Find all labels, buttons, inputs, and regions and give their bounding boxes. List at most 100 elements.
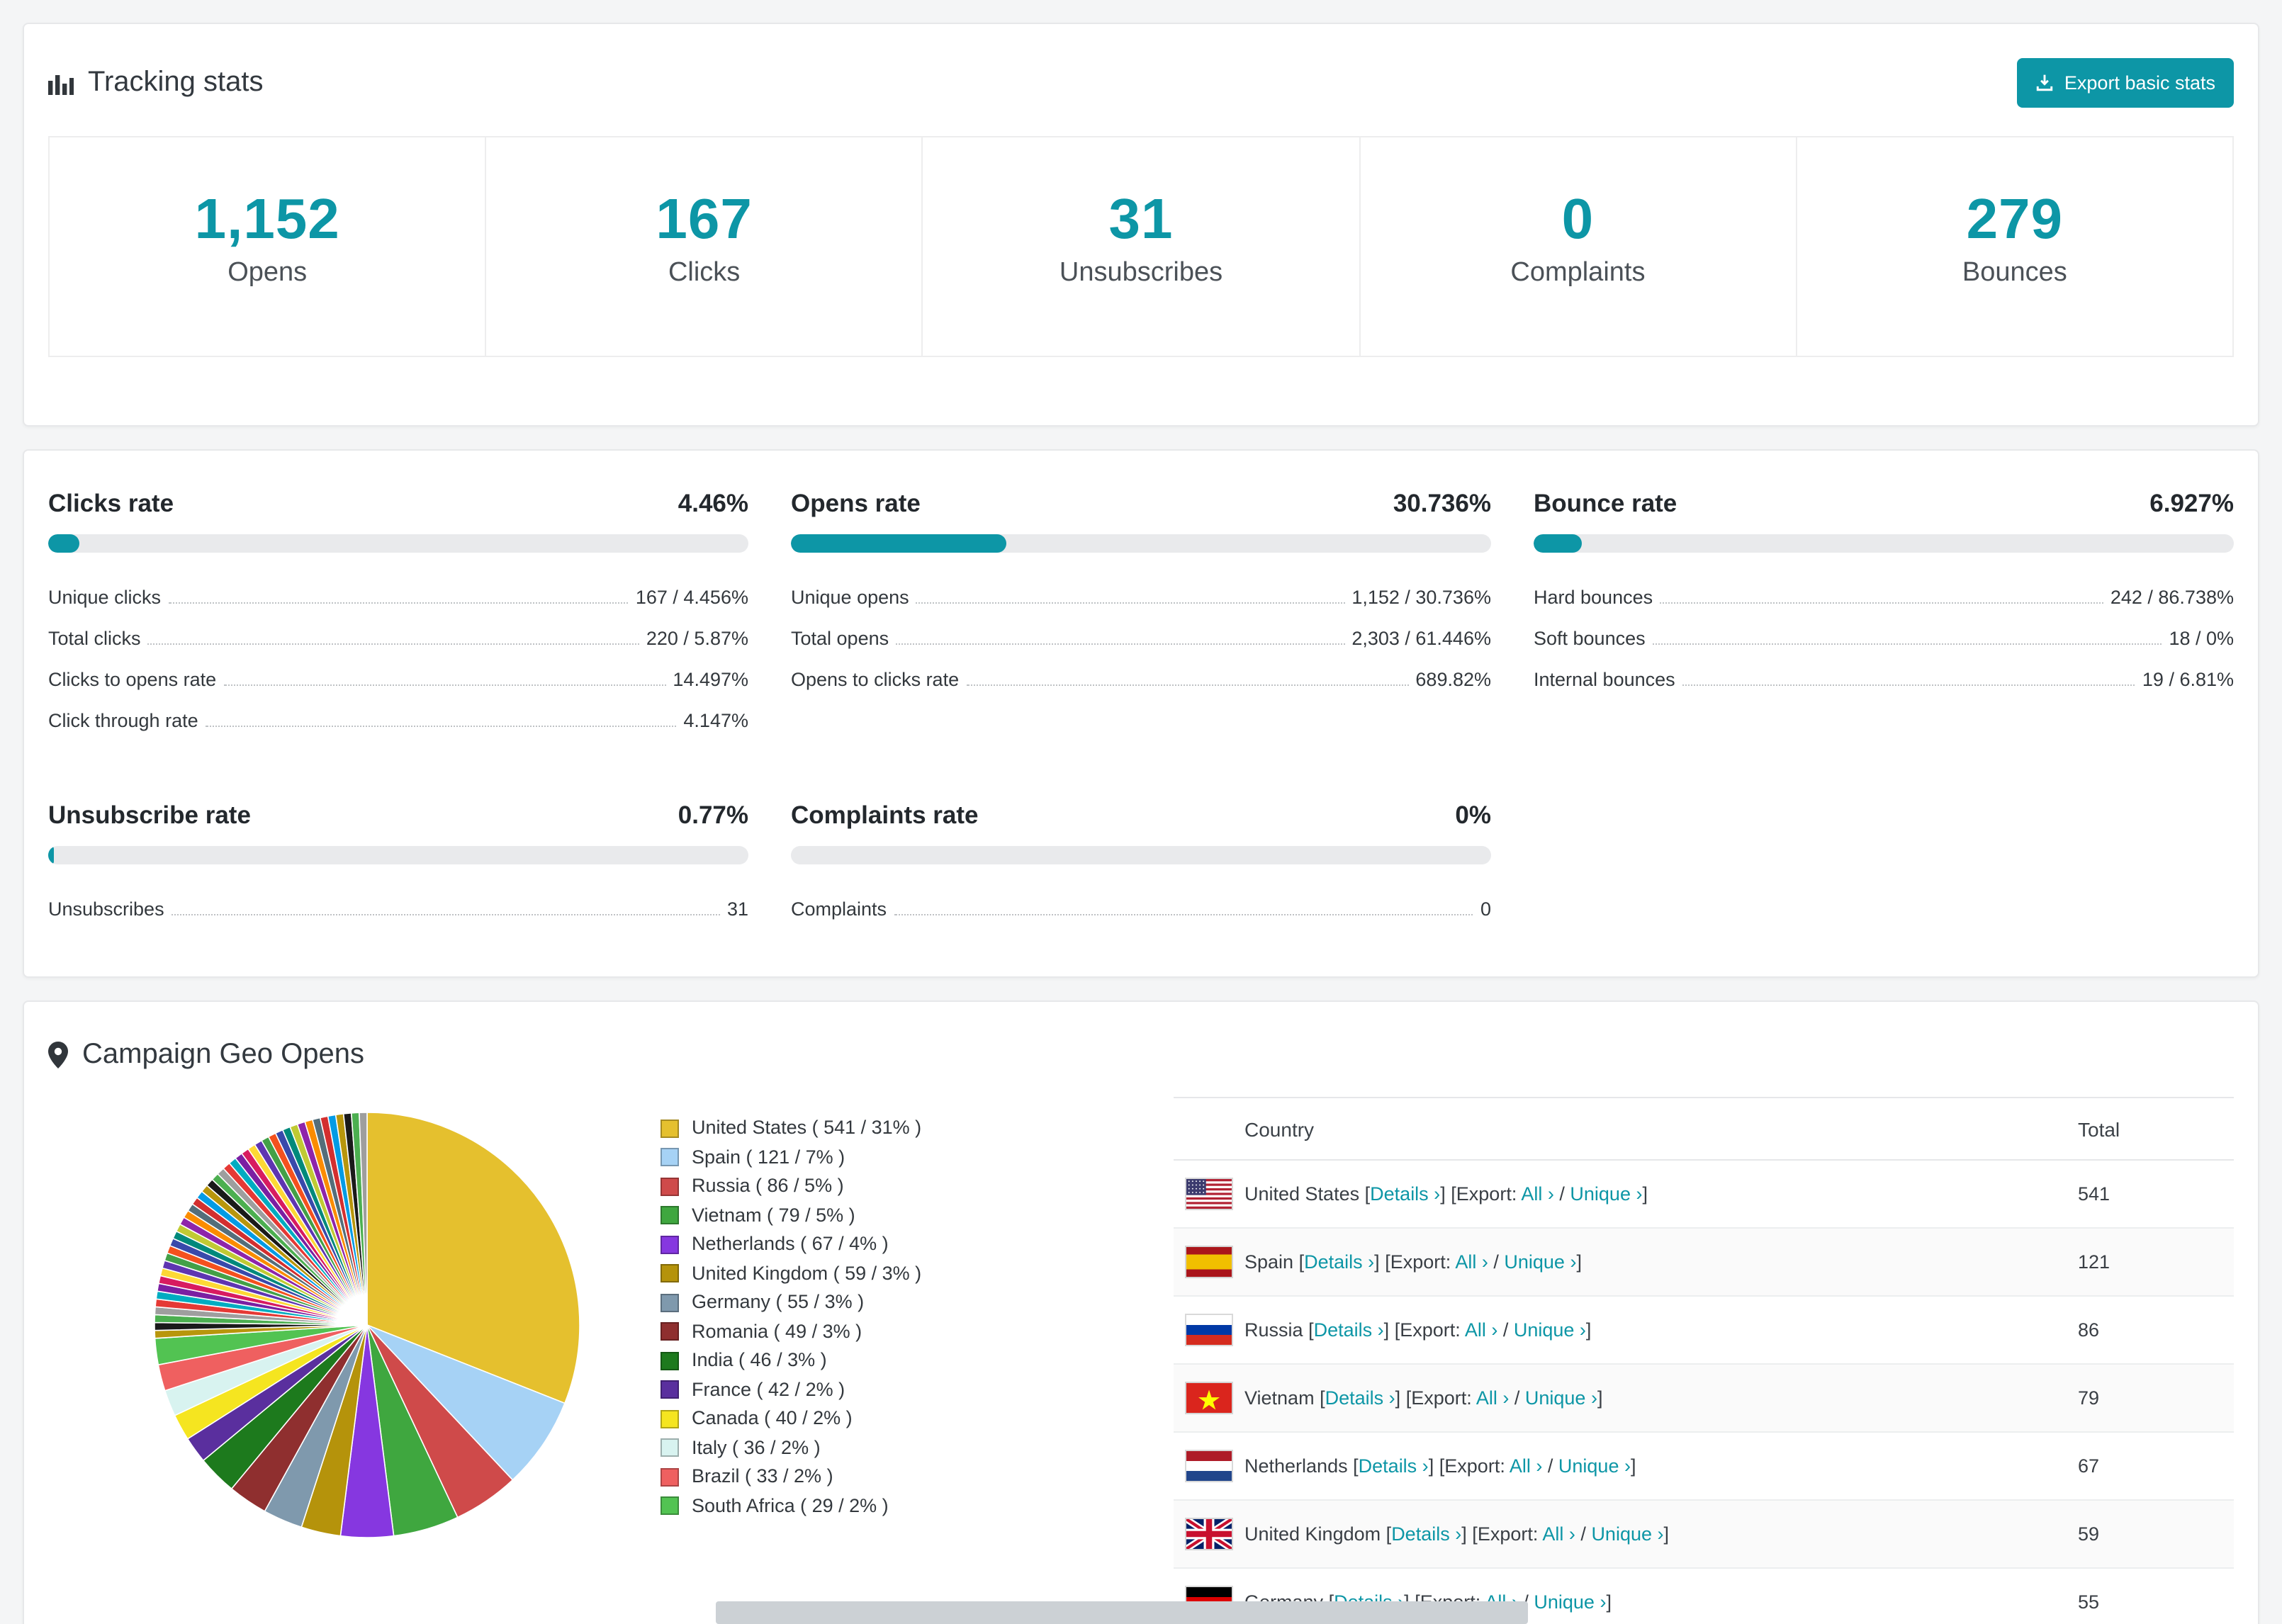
legend-swatch [661,1235,679,1254]
progress-bar [48,846,748,864]
geo-pie-chart[interactable] [147,1105,587,1552]
stat-label: Opens [227,258,308,288]
dotted-leader [896,643,1345,645]
country-total: 541 [2078,1160,2234,1229]
flag-es-icon [1185,1246,1244,1278]
geo-table-row-spain: Spain [Details ›] [Export: All › / Uniqu… [1174,1228,2234,1297]
legend-label: Italy ( 36 / 2% ) [692,1436,821,1457]
legend-swatch [661,1380,679,1399]
metric-label: Unique opens [791,587,909,608]
legend-swatch [661,1264,679,1283]
rate-title: Bounce rate [1534,489,1677,517]
rate-title: Clicks rate [48,489,174,517]
legend-label: Vietnam ( 79 / 5% ) [692,1204,855,1225]
rate-value: 30.736% [1393,489,1491,517]
metric-value: 2,303 / 61.446% [1351,628,1491,649]
metric-label: Click through rate [48,710,198,731]
details-link[interactable]: Details › [1314,1319,1384,1341]
export-all-link[interactable]: All › [1521,1183,1554,1205]
details-link[interactable]: Details › [1359,1455,1429,1477]
export-all-link[interactable]: All › [1465,1319,1498,1341]
rate-value: 4.46% [678,489,748,517]
rate-metric-row: Click through rate 4.147% [48,699,748,740]
export-unique-link[interactable]: Unique › [1514,1319,1586,1341]
rate-block-clicks-rate: Clicks rate 4.46% Unique clicks 167 / 4.456… [48,487,748,740]
progress-bar [791,534,1491,553]
location-pin-icon [48,1042,68,1068]
stat-bounces: 279 Bounces [1795,136,2235,357]
rate-metric-row: Total opens 2,303 / 61.446% [791,616,1491,658]
progress-bar-fill [48,846,54,864]
export-unique-link[interactable]: Unique › [1570,1183,1642,1205]
export-all-link[interactable]: All › [1542,1523,1575,1545]
dotted-leader [171,914,720,915]
rate-value: 0.77% [678,801,748,829]
export-all-link[interactable]: All › [1455,1251,1488,1273]
campaign-geo-opens-title-text: Campaign Geo Opens [82,1039,365,1070]
stat-clicks: 167 Clicks [485,136,923,357]
rate-value: 0% [1455,801,1491,829]
export-all-link[interactable]: All › [1476,1387,1510,1409]
flag-nl-icon [1185,1450,1244,1482]
export-prefix: Export: [1411,1387,1472,1409]
export-unique-link[interactable]: Unique › [1534,1591,1606,1613]
metric-label: Complaints [791,898,887,920]
geo-table-row-united-states: United States [Details ›] [Export: All ›… [1174,1160,2234,1229]
legend-item-russia: Russia ( 86 / 5% ) [661,1172,1086,1201]
rate-block-unsubscribe-rate: Unsubscribe rate 0.77% Unsubscribes 31 [48,799,748,928]
stat-complaints: 0 Complaints [1359,136,1797,357]
stat-value: 31 [1108,188,1174,251]
rate-metric-row: Total clicks 220 / 5.87% [48,616,748,658]
country-total: 55 [2078,1568,2234,1624]
export-prefix: Export: [1400,1319,1461,1341]
dotted-leader [147,643,639,645]
metric-value: 4.147% [683,710,748,731]
dotted-leader [894,914,1473,915]
export-unique-link[interactable]: Unique › [1591,1523,1663,1545]
stat-value: 167 [656,188,753,251]
progress-bar-fill [1534,534,1583,553]
legend-swatch [661,1351,679,1370]
export-icon [2037,74,2054,91]
progress-bar [791,846,1491,864]
legend-swatch [661,1409,679,1428]
progress-bar [48,534,748,553]
details-link[interactable]: Details › [1325,1387,1395,1409]
export-unique-link[interactable]: Unique › [1525,1387,1597,1409]
export-all-link[interactable]: All › [1510,1455,1543,1477]
horizontal-scrollbar-thumb[interactable] [716,1601,1528,1624]
details-link[interactable]: Details › [1391,1523,1461,1545]
legend-swatch [661,1496,679,1516]
legend-label: Canada ( 40 / 2% ) [692,1407,853,1428]
rate-metric-row: Complaints 0 [791,887,1491,928]
export-prefix: Export: [1444,1455,1505,1477]
flag-column-header [1174,1097,1244,1161]
country-name: United Kingdom [1244,1523,1381,1545]
metric-value: 19 / 6.81% [2142,669,2234,690]
flag-vn-icon [1185,1382,1244,1414]
metric-value: 689.82% [1415,669,1491,690]
details-link[interactable]: Details › [1304,1251,1374,1273]
details-link[interactable]: Details › [1370,1183,1440,1205]
export-unique-link[interactable]: Unique › [1504,1251,1576,1273]
flag-us-icon [1185,1178,1244,1210]
metric-value: 1,152 / 30.736% [1351,587,1491,608]
country-name: Russia [1244,1319,1303,1341]
export-unique-link[interactable]: Unique › [1558,1455,1631,1477]
dotted-leader [916,602,1345,604]
progress-bar-fill [791,534,1006,553]
geo-legend: United States ( 541 / 31% ) Spain ( 121 /… [661,1114,1086,1521]
metric-value: 0 [1480,898,1491,920]
export-basic-stats-button[interactable]: Export basic stats [2017,58,2234,108]
rate-title: Unsubscribe rate [48,801,251,829]
country-name: Spain [1244,1251,1294,1273]
rate-block-opens-rate: Opens rate 30.736% Unique opens 1,152 / 30.… [791,487,1491,740]
export-prefix: Export: [1390,1251,1451,1273]
legend-swatch [661,1119,679,1138]
legend-swatch [661,1293,679,1312]
campaign-geo-opens-title: Campaign Geo Opens [48,1039,364,1071]
stat-value: 0 [1561,188,1595,251]
legend-label: Russia ( 86 / 5% ) [692,1175,844,1196]
metric-label: Unsubscribes [48,898,164,920]
legend-label: Romania ( 49 / 3% ) [692,1320,862,1341]
